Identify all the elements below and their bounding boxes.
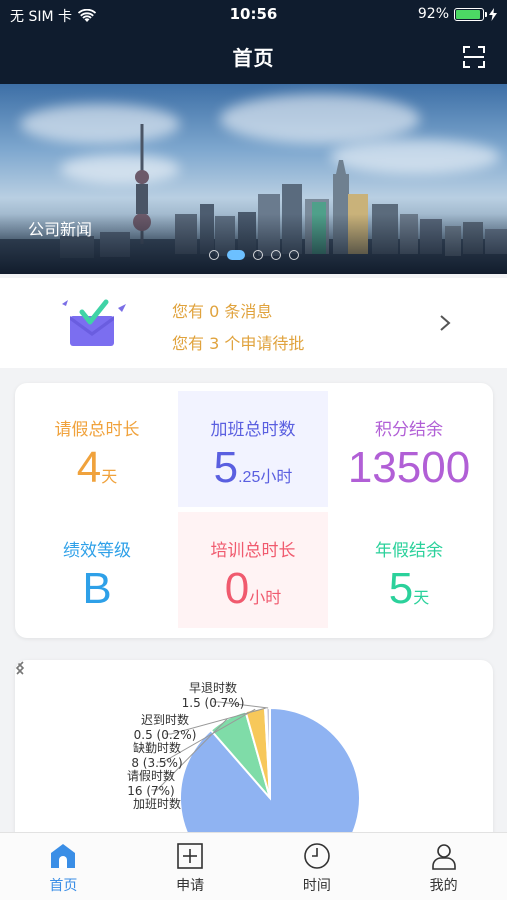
- pie-label-value: 1.5 (0.7%): [182, 696, 245, 710]
- stat-performance-grade[interactable]: 绩效等级 B: [22, 512, 172, 628]
- pie-label-value: 16 (7%): [127, 784, 174, 798]
- pie-label-name: 早退时数: [189, 680, 237, 695]
- tab-mine[interactable]: 我的: [380, 833, 507, 900]
- message-summary[interactable]: 您有 0 条消息 您有 3 个申请待批: [0, 278, 507, 368]
- stat-unit: 天: [101, 469, 118, 486]
- stat-label: 年假结余: [375, 541, 443, 561]
- stat-unit: .25小时: [238, 469, 293, 486]
- carousel-dot[interactable]: [208, 250, 219, 260]
- message-count-text: 您有 0 条消息: [172, 302, 273, 321]
- status-bar: 无 SIM 卡 10:56 92%: [0, 0, 507, 28]
- tab-label: 首页: [49, 878, 78, 894]
- bottom-tab-bar: 首页 申请 时间 我的: [0, 832, 507, 900]
- pie-label-name: 迟到时数: [141, 712, 189, 727]
- carousel-dot[interactable]: [252, 250, 263, 260]
- pending-approval-text: 您有 3 个申请待批: [172, 334, 305, 353]
- stat-overtime-hours[interactable]: 加班总时数 5.25小时: [178, 391, 328, 507]
- stats-card: 请假总时长 4天 加班总时数 5.25小时 积分结余 13500 绩效等级 B …: [15, 383, 493, 638]
- pie-label-name: 缺勤时数: [133, 740, 181, 755]
- carousel-indicator: [0, 250, 507, 260]
- home-icon: [51, 844, 76, 868]
- stat-leave-hours[interactable]: 请假总时长 4天: [22, 391, 172, 507]
- stat-annual-leave-balance[interactable]: 年假结余 5天: [334, 512, 484, 628]
- tab-label: 申请: [176, 878, 205, 894]
- tab-label: 我的: [429, 878, 458, 894]
- chevron-right-icon[interactable]: [15, 660, 25, 676]
- stat-value: 5: [388, 564, 414, 613]
- page-title: 首页: [232, 46, 275, 70]
- tab-time[interactable]: 时间: [254, 833, 381, 900]
- battery-percent: 92%: [417, 6, 449, 22]
- tab-home[interactable]: 首页: [0, 833, 127, 900]
- chevron-right-icon[interactable]: [439, 314, 451, 332]
- news-banner[interactable]: 公司新闻: [0, 84, 507, 274]
- scan-icon[interactable]: [463, 46, 485, 68]
- clock-icon: [304, 843, 330, 869]
- battery-icon: [454, 7, 487, 21]
- carousel-dot[interactable]: [270, 250, 281, 260]
- stat-label: 培训总时长: [210, 541, 296, 561]
- stat-label: 请假总时长: [54, 420, 140, 440]
- carousel-dot-active[interactable]: [226, 250, 245, 260]
- tab-label: 时间: [302, 878, 331, 894]
- carousel-dot[interactable]: [288, 250, 299, 260]
- stat-points-balance[interactable]: 积分结余 13500: [334, 391, 484, 507]
- plus-box-icon: [177, 843, 203, 869]
- app-header: 无 SIM 卡 10:56 92% 首页: [0, 0, 507, 84]
- pie-label-name: 请假时数: [127, 768, 175, 783]
- pie-label-value: 0.5 (0.2%): [134, 728, 197, 742]
- stat-value: B: [82, 564, 112, 613]
- stat-label: 积分结余: [375, 420, 443, 440]
- stat-label: 绩效等级: [63, 541, 131, 561]
- stat-label: 加班总时数: [210, 420, 296, 440]
- charging-icon: [489, 7, 497, 21]
- stat-training-hours[interactable]: 培训总时长 0小时: [178, 512, 328, 628]
- stat-unit: 天: [413, 590, 430, 607]
- pie-label-name: 加班时数: [133, 796, 181, 811]
- stat-unit: 小时: [249, 590, 282, 607]
- stat-value: 0: [224, 564, 250, 613]
- mail-icon: [62, 299, 126, 346]
- banner-caption: 公司新闻: [28, 220, 93, 239]
- user-icon: [431, 844, 456, 870]
- tab-apply[interactable]: 申请: [127, 833, 254, 900]
- stat-value: 5: [213, 443, 239, 492]
- stat-value: 4: [76, 443, 102, 492]
- pie-label-value: 8 (3.5%): [131, 756, 182, 770]
- stat-value: 13500: [347, 443, 471, 492]
